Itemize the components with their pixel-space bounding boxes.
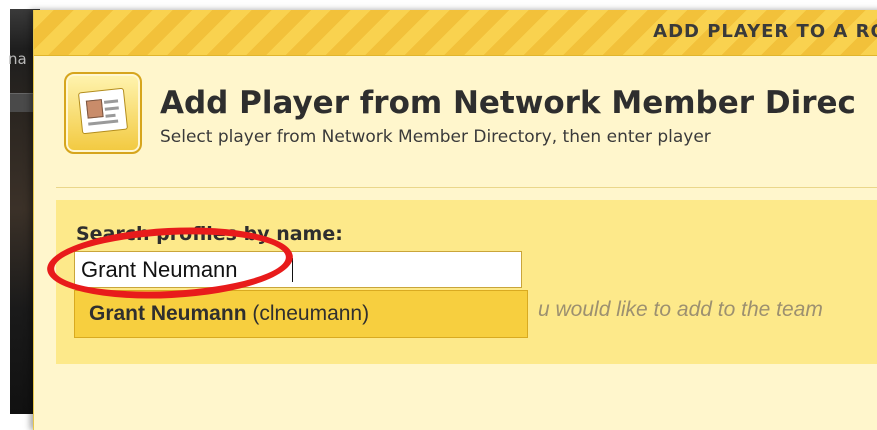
modal-header-title: ADD PLAYER TO A ROST [653, 21, 877, 42]
add-player-modal: ADD PLAYER TO A ROST Add Player from Net… [33, 10, 877, 430]
instruction-hint: u would like to add to the team [538, 298, 823, 321]
modal-header: ADD PLAYER TO A ROST [34, 10, 877, 56]
divider [56, 187, 877, 188]
autocomplete-suggestion[interactable]: Grant Neumann (clneumann) [74, 290, 528, 338]
card-graphic [77, 87, 129, 135]
suggestion-username: (clneumann) [252, 302, 370, 325]
text-caret [292, 258, 293, 282]
search-input[interactable] [74, 251, 522, 288]
page-subtitle: Select player from Network Member Direct… [160, 127, 711, 147]
background-text: na [8, 50, 27, 68]
suggestion-name: Grant Neumann [89, 302, 247, 325]
address-card-icon [64, 72, 142, 154]
page-title: Add Player from Network Member Direc [160, 85, 856, 121]
search-panel: Search profiles by name: Grant Neumann (… [56, 200, 877, 364]
search-label: Search profiles by name: [76, 223, 343, 245]
card-photo [85, 99, 104, 119]
